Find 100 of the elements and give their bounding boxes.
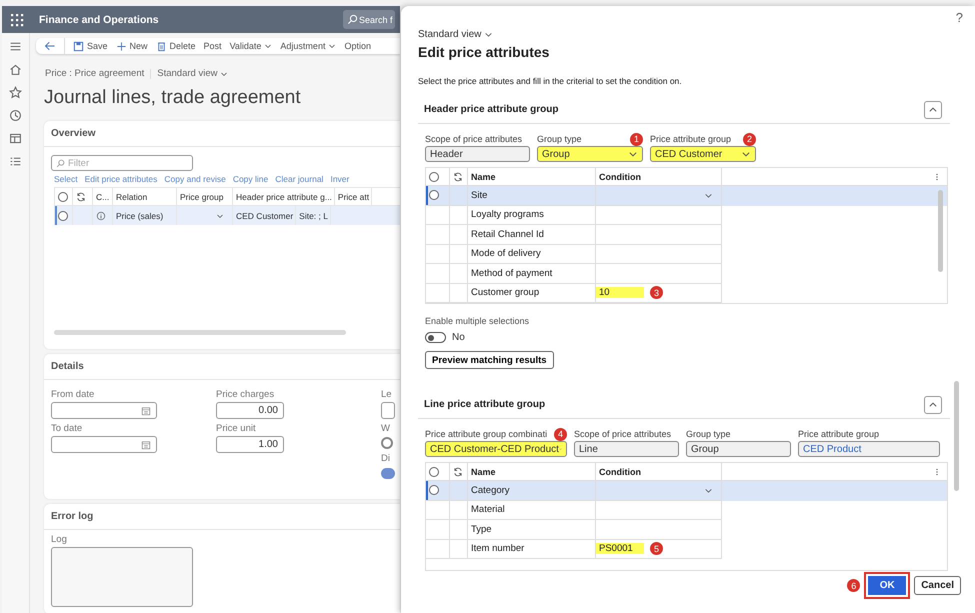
workspace-icon[interactable] (9, 132, 22, 145)
table-cell: Price (sales) (113, 206, 177, 225)
search-field[interactable]: Search f (343, 10, 395, 29)
toolbar-button[interactable]: Save (73, 40, 108, 52)
column-header[interactable]: Condition (596, 463, 722, 480)
input-field[interactable]: Group (686, 441, 791, 457)
radio-button[interactable] (58, 192, 68, 202)
action-link[interactable]: Select (54, 174, 78, 184)
table-row[interactable]: Price (sales) CED Customer Site: ; L (55, 206, 400, 225)
menu-icon[interactable] (9, 40, 22, 53)
column-header[interactable]: Name (468, 463, 596, 480)
section-title: Error log (44, 504, 400, 530)
scrollbar[interactable] (954, 381, 959, 491)
grid-row[interactable]: Retail Channel Id (426, 225, 947, 244)
log-field[interactable] (51, 547, 193, 607)
calendar-icon (141, 440, 151, 450)
app-launcher-icon[interactable] (9, 12, 25, 28)
input-field[interactable]: Line (574, 441, 679, 457)
action-link[interactable]: Clear journal (275, 174, 324, 184)
radio-button[interactable] (58, 210, 68, 220)
input-field[interactable]: Header (425, 146, 530, 162)
field-label: Log (51, 534, 68, 545)
dropdown-field[interactable]: CED Customer-CED Product (425, 441, 567, 457)
grid-row[interactable]: Item number PS0001 5 (426, 540, 947, 559)
app-title: Finance and Operations (39, 14, 160, 26)
toggle-switch[interactable] (425, 332, 446, 343)
menu-button[interactable]: Validate (230, 41, 272, 51)
table-cell: Mode of delivery (468, 244, 596, 264)
grid-row[interactable]: Type (426, 520, 947, 540)
column-header[interactable]: Relation (113, 188, 177, 205)
section-title: Header price attribute group (424, 104, 558, 115)
action-link[interactable]: Edit price attributes (84, 174, 158, 184)
column-header[interactable]: Price group (177, 188, 233, 205)
view-selector[interactable]: Standard view (418, 29, 494, 40)
calendar-icon (141, 406, 151, 416)
input-field[interactable] (381, 402, 395, 419)
menu-button[interactable]: Adjustment (280, 41, 336, 51)
column-header[interactable]: Condition (596, 168, 722, 185)
list-icon[interactable] (9, 155, 22, 168)
chevron-down-icon (328, 42, 336, 50)
step-badge: 6 (847, 579, 860, 592)
breadcrumb[interactable]: Price : Price agreement (45, 68, 144, 79)
input-field[interactable]: CED Product (798, 441, 940, 457)
collapse-button[interactable] (924, 396, 942, 414)
toolbar-button[interactable]: New (116, 40, 148, 52)
date-field[interactable] (51, 402, 157, 419)
field-label: Price attribute group (650, 134, 732, 144)
date-field[interactable] (51, 436, 157, 453)
field-label: Le (381, 389, 393, 400)
table-cell: Customer group (468, 284, 596, 303)
toolbar-button[interactable]: Post (204, 41, 222, 51)
column-header[interactable]: Header price attribute g... (233, 188, 335, 205)
toolbar-button[interactable]: Option (344, 41, 371, 51)
number-field[interactable]: 1.00 (216, 436, 284, 453)
table-cell: Material (468, 500, 596, 520)
view-selector[interactable]: Standard view (157, 68, 228, 79)
plus-icon (116, 40, 127, 52)
action-link[interactable]: Inver (330, 174, 350, 184)
radio-button[interactable] (381, 437, 393, 449)
search-icon (56, 158, 65, 168)
grid-row[interactable]: Mode of delivery (426, 244, 947, 264)
grid-row[interactable]: Category (426, 481, 947, 500)
section-title: Line price attribute group (424, 399, 546, 410)
column-header[interactable]: Name (468, 168, 596, 185)
chevron-down-icon (220, 70, 228, 78)
back-arrow-icon[interactable] (44, 40, 56, 52)
radio-button[interactable] (429, 485, 439, 496)
star-icon[interactable] (9, 86, 22, 99)
radio-button[interactable] (429, 466, 439, 476)
cancel-button[interactable]: Cancel (914, 576, 961, 595)
column-header[interactable]: C... (93, 188, 113, 205)
column-header[interactable]: Price att (334, 188, 372, 205)
collapse-button[interactable] (924, 100, 942, 118)
table-cell: Site: ; L (296, 206, 331, 225)
scrollbar[interactable] (54, 330, 346, 335)
preview-button[interactable]: Preview matching results (425, 351, 554, 369)
grid-row[interactable]: Customer group 10 3 (426, 284, 947, 303)
radio-button[interactable] (429, 172, 439, 182)
grid-row[interactable]: Material (426, 500, 947, 520)
grid-row[interactable]: Method of payment (426, 264, 947, 284)
dropdown-field[interactable]: CED Customer (650, 146, 756, 162)
toggle-switch[interactable] (381, 468, 395, 479)
refresh-icon[interactable] (453, 466, 463, 476)
home-icon[interactable] (9, 63, 22, 76)
radio-button[interactable] (429, 190, 439, 200)
scrollbar[interactable] (938, 190, 943, 272)
number-field[interactable]: 0.00 (216, 402, 284, 419)
grid-row[interactable]: Site (426, 186, 947, 206)
dropdown-field[interactable]: Group (537, 146, 643, 162)
ok-button[interactable]: OK (864, 572, 910, 599)
help-button[interactable]: ? (956, 10, 963, 25)
refresh-icon[interactable] (453, 172, 463, 182)
action-link[interactable]: Copy and revise (164, 174, 226, 184)
search-icon (347, 14, 358, 25)
refresh-icon[interactable] (76, 192, 86, 202)
action-link[interactable]: Copy line (232, 174, 268, 184)
grid-row[interactable]: Loyalty programs (426, 206, 947, 225)
toolbar-button[interactable]: Delete (156, 40, 196, 52)
clock-icon[interactable] (9, 109, 22, 122)
field-label: Scope of price attributes (574, 429, 672, 439)
